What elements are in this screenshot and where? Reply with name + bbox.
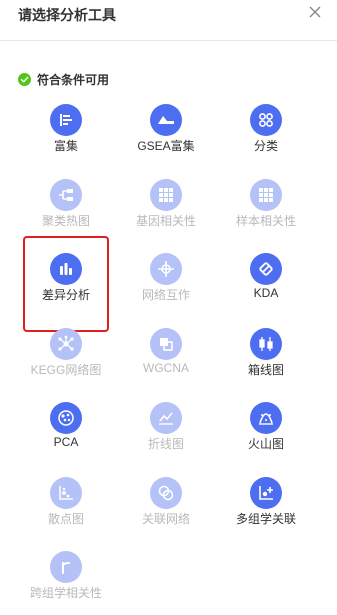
network-interaction-icon [150,253,182,285]
tool-label: 折线图 [147,437,184,451]
tool-item[interactable]: 箱线图 [216,325,316,385]
tool-label: 跨组学相关性 [29,586,102,600]
volcano-plot-icon [250,402,282,434]
tool-label: 关联网络 [141,512,190,526]
tool-label: KEGG网络图 [30,363,102,377]
pca-icon [50,402,82,434]
tool-label: 火山图 [247,437,284,451]
multi-omics-icon [250,477,282,509]
scatter-plot-icon [50,477,82,509]
tool-label: 散点图 [47,512,84,526]
tool-label: PCA [53,435,79,449]
tool-label: 差异分析 [41,288,90,302]
gene-correlation-icon [150,179,182,211]
section-label: 符合条件可用 [37,72,110,87]
tool-label: 箱线图 [247,363,284,377]
available-section-header: 符合条件可用 [18,71,109,87]
tool-item: KEGG网络图 [16,325,116,385]
tool-item: 聚类热图 [16,176,116,236]
sample-correlation-icon [250,179,282,211]
dialog-header: 请选择分析工具 [0,0,337,41]
classify-icon [250,104,282,136]
tool-item: 关联网络 [116,474,216,534]
enrichment-icon [50,104,82,136]
kegg-network-icon [50,328,82,360]
tool-label: 聚类热图 [41,214,90,228]
tool-label: GSEA富集 [137,139,195,153]
tool-item[interactable]: 差异分析 [23,236,109,332]
boxplot-icon [250,328,282,360]
cluster-heatmap-icon [50,179,82,211]
tool-item: 跨组学相关性 [16,548,116,608]
tool-item[interactable]: 分类 [216,101,316,161]
association-network-icon [150,477,182,509]
tool-item: 基因相关性 [116,176,216,236]
tool-item[interactable]: KDA [216,250,316,310]
tool-item[interactable]: 火山图 [216,399,316,459]
tool-item: 网络互作 [116,250,216,310]
cross-omics-icon [50,551,82,583]
tool-label: 基因相关性 [135,214,196,228]
close-icon[interactable] [307,4,323,20]
tool-label: WGCNA [143,361,189,375]
tool-label: 样本相关性 [235,214,296,228]
tool-item: 折线图 [116,399,216,459]
tool-label: KDA [253,286,279,300]
tool-item: 散点图 [16,474,116,534]
tool-label: 分类 [253,139,278,153]
kda-icon [250,253,282,285]
tool-item[interactable]: 多组学关联 [216,474,316,534]
wgcna-icon [150,328,182,360]
tool-item: 样本相关性 [216,176,316,236]
tool-label: 多组学关联 [235,512,296,526]
line-chart-icon [150,402,182,434]
check-circle-icon [18,72,31,86]
tool-label: 富集 [53,139,78,153]
tool-item: WGCNA [116,325,216,385]
tool-item[interactable]: 富集 [16,101,116,161]
tool-item[interactable]: GSEA富集 [116,101,216,161]
tool-label: 网络互作 [141,288,190,302]
differential-analysis-icon [50,253,82,285]
tool-item[interactable]: PCA [16,399,116,459]
dialog-title: 请选择分析工具 [18,7,116,23]
gsea-icon [150,104,182,136]
